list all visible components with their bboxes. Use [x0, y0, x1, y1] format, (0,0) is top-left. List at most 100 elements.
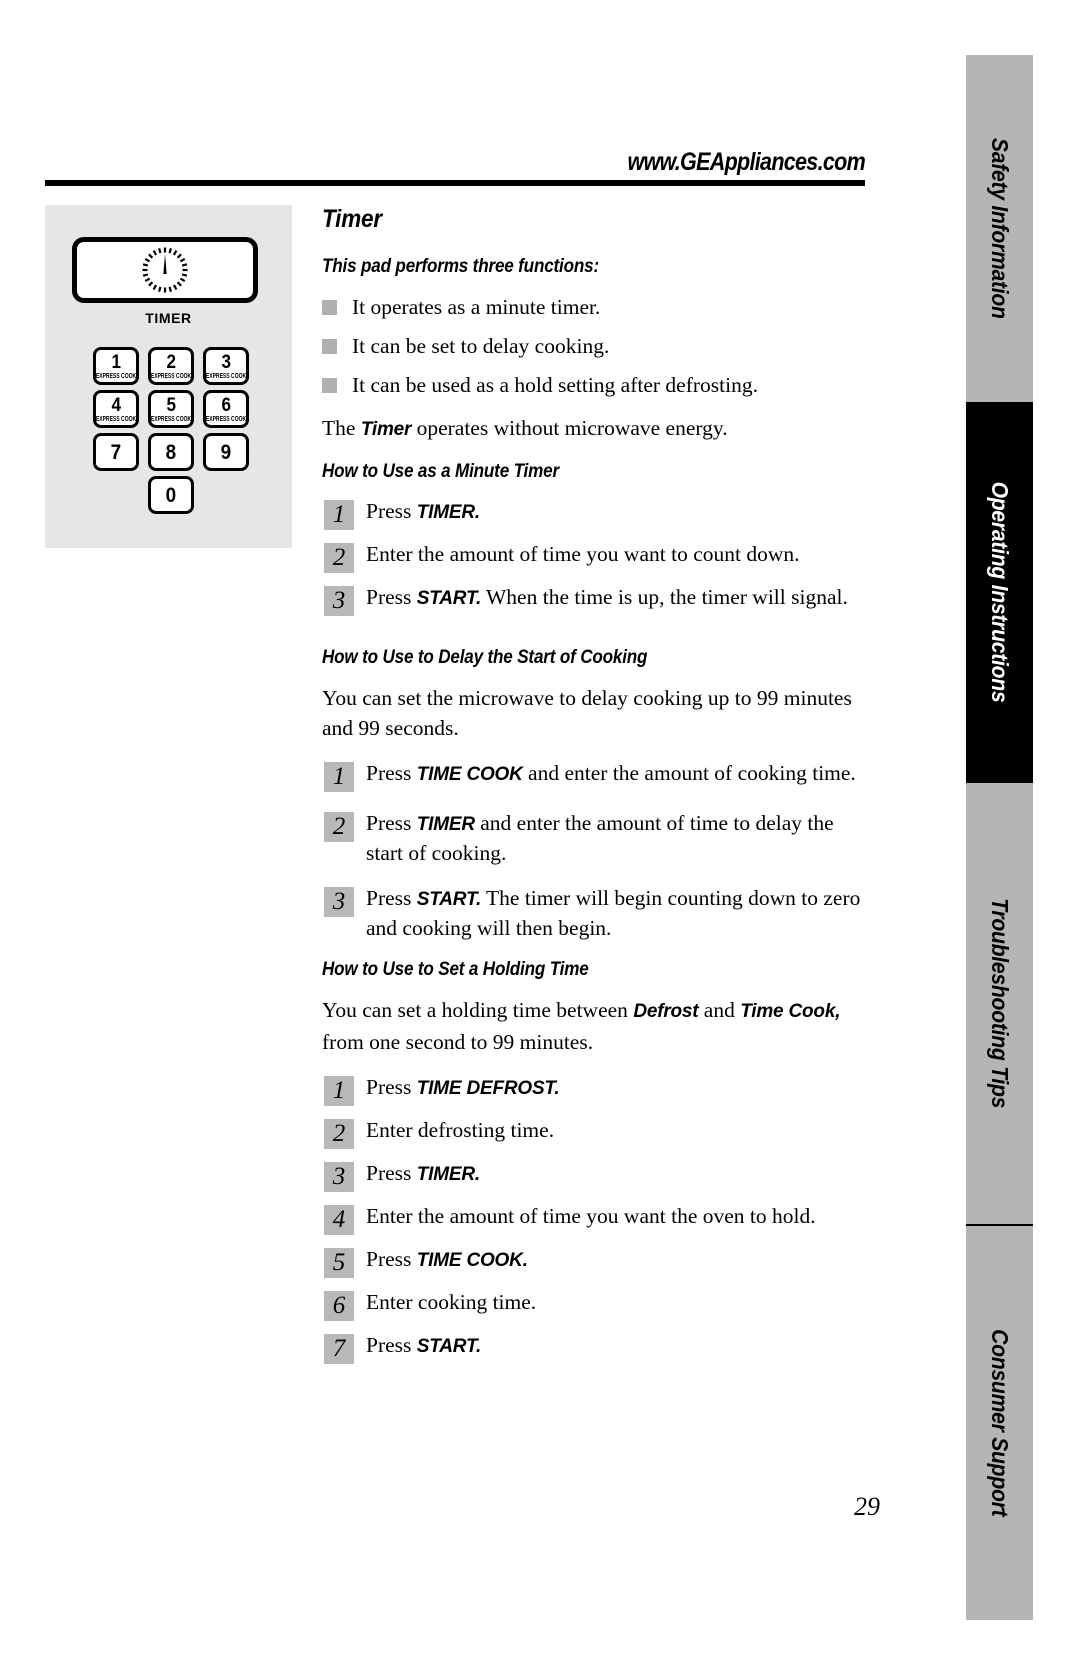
- keypad-key-number: 5: [166, 394, 176, 416]
- list-item-label: It operates as a minute timer.: [352, 295, 601, 319]
- tab-safety-information[interactable]: Safety Information: [966, 55, 1033, 402]
- step-number: 2: [324, 812, 354, 842]
- step-text-pre: Enter the amount of time you want the ov…: [366, 1204, 816, 1228]
- keypad-key-7: 7: [93, 433, 139, 471]
- step-text-bold: TIMER.: [416, 1164, 480, 1185]
- tab-troubleshooting-tips[interactable]: Troubleshooting Tips: [966, 783, 1033, 1226]
- step-number: 1: [324, 1076, 354, 1106]
- step-text-pre: Enter defrosting time.: [366, 1118, 555, 1142]
- step-text-pre: Press: [366, 1247, 417, 1271]
- bullet-square-icon: [322, 378, 337, 393]
- keypad-key-0: 0: [148, 476, 194, 514]
- keypad-key-3: 3 EXPRESS COOK: [203, 347, 249, 385]
- delay-start-intro: You can set the microwave to delay cooki…: [322, 686, 852, 740]
- list-item: It can be set to delay cooking.: [322, 327, 867, 366]
- step-text-bold: START.: [416, 1336, 482, 1357]
- step-text-bold: TIME COOK: [416, 764, 523, 785]
- bullet-square-icon: [322, 339, 337, 354]
- step-text-bold: START.: [416, 889, 482, 910]
- step-number: 2: [324, 1119, 354, 1149]
- page-number: 29: [854, 1492, 880, 1521]
- step-text-pre: Press: [366, 585, 417, 609]
- tab-label: Consumer Support: [987, 1329, 1013, 1517]
- section-heading-delay-start: How to Use to Delay the Start of Cooking: [322, 647, 648, 668]
- step-text-pre: Press: [366, 886, 417, 910]
- tab-consumer-support[interactable]: Consumer Support: [966, 1226, 1033, 1620]
- intro-heading: This pad performs three functions:: [322, 256, 600, 277]
- holding-intro-post: from one second to 99 minutes.: [322, 1030, 594, 1054]
- list-item-label: It can be set to delay cooking.: [352, 334, 610, 358]
- function-list: It operates as a minute timer. It can be…: [322, 288, 867, 405]
- step-number: 2: [324, 543, 354, 573]
- keypad-key-9: 9: [203, 433, 249, 471]
- step-item: 2 Enter the amount of time you want to co…: [322, 540, 867, 574]
- page-title: Timer: [322, 205, 382, 233]
- keypad-key-number: 4: [111, 394, 121, 416]
- keypad-key-1: 1 EXPRESS COOK: [93, 347, 139, 385]
- keypad-key-number: 7: [110, 440, 122, 464]
- tab-operating-instructions[interactable]: Operating Instructions: [966, 402, 1033, 783]
- step-text-pre: Enter cooking time.: [366, 1290, 537, 1314]
- keypad-key-number: 2: [166, 351, 176, 373]
- list-item: It can be used as a hold setting after d…: [322, 366, 867, 405]
- list-item: It operates as a minute timer.: [322, 288, 867, 327]
- keypad-key-sublabel: EXPRESS COOK: [205, 415, 247, 423]
- number-keypad: 1 EXPRESS COOK 2 EXPRESS COOK 3 EXPRESS …: [93, 347, 249, 519]
- keypad-key-number: 8: [165, 440, 177, 464]
- step-number: 3: [324, 586, 354, 616]
- step-text-pre: Press: [366, 1333, 417, 1357]
- keypad-key-sublabel: EXPRESS COOK: [150, 415, 192, 423]
- step-item: 5 Press TIME COOK.: [322, 1245, 867, 1279]
- holding-intro-bold-defrost: Defrost: [633, 1001, 699, 1022]
- step-text-pre: Enter the amount of time you want to cou…: [366, 542, 800, 566]
- tab-label: Safety Information: [987, 138, 1013, 319]
- step-item: 1 Press TIME COOK and enter the amount of…: [322, 759, 867, 793]
- keypad-key-8: 8: [148, 433, 194, 471]
- step-text-bold: START.: [416, 588, 482, 609]
- keypad-key-5: 5 EXPRESS COOK: [148, 390, 194, 428]
- step-number: 3: [324, 1162, 354, 1192]
- step-item: 1 Press TIMER.: [322, 497, 867, 531]
- step-text-post: and enter the amount of cooking time.: [522, 761, 856, 785]
- intro-note: The Timer operates without microwave ene…: [322, 413, 867, 445]
- holding-intro-mid: and: [698, 998, 741, 1022]
- header-divider-rule: [45, 180, 865, 186]
- section-tab-strip: Safety Information Operating Instruction…: [966, 55, 1033, 1620]
- holding-intro-bold-timecook: Time Cook,: [740, 1001, 841, 1022]
- tab-label: Operating Instructions: [987, 482, 1013, 703]
- step-number: 3: [324, 887, 354, 917]
- step-item: 1 Press TIME DEFROST.: [322, 1073, 867, 1107]
- step-number: 1: [324, 500, 354, 530]
- step-text-pre: Press: [366, 1161, 417, 1185]
- timer-dial-icon: [142, 247, 188, 293]
- step-number: 5: [324, 1248, 354, 1278]
- step-item: 6 Enter cooking time.: [322, 1288, 867, 1322]
- step-text-bold: TIMER: [416, 814, 475, 835]
- step-item: 2 Enter defrosting time.: [322, 1116, 867, 1150]
- step-text-bold: TIMER.: [416, 502, 480, 523]
- step-text-pre: Press: [366, 1075, 417, 1099]
- step-text-post: When the time is up, the timer will sign…: [481, 585, 848, 609]
- keypad-key-6: 6 EXPRESS COOK: [203, 390, 249, 428]
- intro-note-post: operates without microwave energy.: [411, 416, 728, 440]
- keypad-key-sublabel: EXPRESS COOK: [150, 372, 192, 380]
- timer-key-label: TIMER: [145, 310, 192, 326]
- step-text-bold: TIME COOK.: [416, 1250, 528, 1271]
- section-heading-holding-time: How to Use to Set a Holding Time: [322, 959, 589, 980]
- section-heading-minute-timer: How to Use as a Minute Timer: [322, 461, 559, 482]
- step-item: 3 Press START. When the time is up, the t…: [322, 583, 867, 617]
- main-content-column: Timer This pad performs three functions:…: [322, 205, 867, 1374]
- step-text-pre: Press: [366, 499, 417, 523]
- steps-delay-start: 1 Press TIME COOK and enter the amount of…: [322, 759, 867, 943]
- intro-note-bold: Timer: [360, 419, 412, 440]
- step-item: 7 Press START.: [322, 1331, 867, 1365]
- keypad-key-sublabel: EXPRESS COOK: [205, 372, 247, 380]
- keypad-key-2: 2 EXPRESS COOK: [148, 347, 194, 385]
- step-number: 4: [324, 1205, 354, 1235]
- keypad-key-number: 1: [111, 351, 121, 373]
- steps-minute-timer: 1 Press TIMER. 2 Enter the amount of time …: [322, 497, 867, 617]
- step-item: 3 Press START. The timer will begin count…: [322, 884, 867, 943]
- keypad-key-sublabel: EXPRESS COOK: [95, 372, 137, 380]
- timer-key-graphic: [72, 237, 258, 303]
- keypad-key-4: 4 EXPRESS COOK: [93, 390, 139, 428]
